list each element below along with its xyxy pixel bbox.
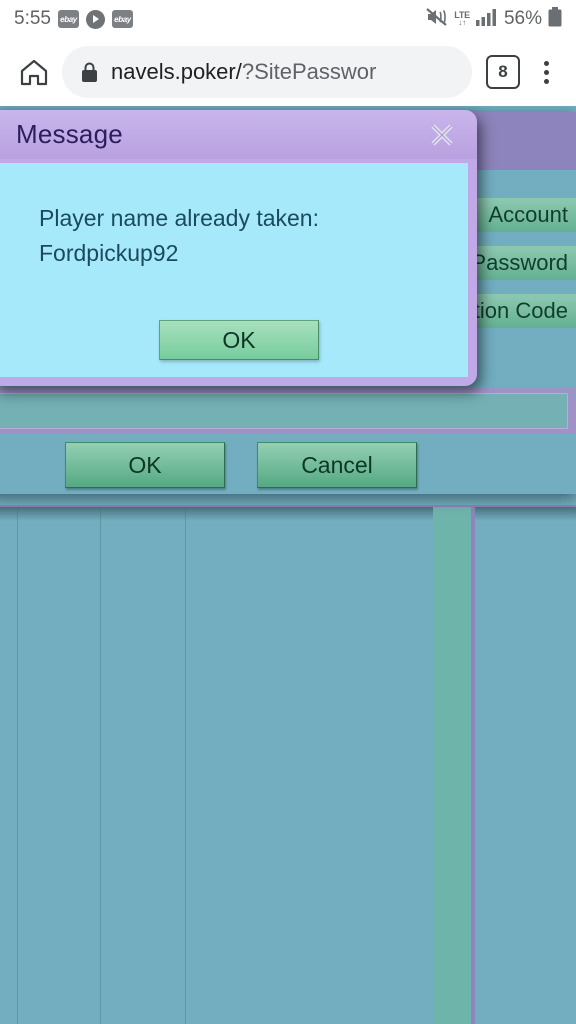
column-divider xyxy=(185,507,186,1024)
tab-counter-button[interactable]: 8 xyxy=(486,55,520,89)
close-icon[interactable] xyxy=(425,118,459,152)
network-arrows-icon: ↓↑ xyxy=(458,18,467,27)
status-bar-right: LTE ↓↑ 56% xyxy=(426,6,562,32)
media-play-icon xyxy=(85,9,105,29)
battery-icon xyxy=(548,6,562,32)
status-bar: 5:55 ebay ebay LTE ↓↑ 56% xyxy=(0,0,576,38)
lock-icon xyxy=(80,61,99,83)
address-bar[interactable]: navels.poker/?SitePasswor xyxy=(62,46,472,98)
signal-bars-icon xyxy=(475,8,498,31)
ebay-icon: ebay xyxy=(111,10,133,28)
field-label-account: Account xyxy=(488,202,569,227)
phone-screen: 5:55 ebay ebay LTE ↓↑ 56% navels.poker/?… xyxy=(0,0,576,1024)
column-divider xyxy=(100,507,101,1024)
message-dialog: Message Player name already taken: Fordp… xyxy=(0,110,477,386)
home-icon[interactable] xyxy=(12,50,56,94)
message-dialog-body: Player name already taken: Fordpickup92 … xyxy=(0,163,468,377)
register-ok-button[interactable]: OK xyxy=(65,442,225,488)
page-table-area xyxy=(0,505,576,1024)
message-dialog-title: Message xyxy=(16,119,123,149)
table-top-shadow xyxy=(0,507,576,521)
message-text-line1: Player name already taken: xyxy=(39,205,319,231)
message-ok-button[interactable]: OK xyxy=(159,320,319,360)
register-dialog-buttons: OK Cancel xyxy=(0,442,576,494)
register-cancel-button[interactable]: Cancel xyxy=(257,442,417,488)
message-dialog-titlebar: Message xyxy=(0,110,477,159)
ebay-icon-label: ebay xyxy=(60,14,77,24)
mute-icon xyxy=(426,7,448,32)
web-page: Account Password Confirmation Code OK Ca… xyxy=(0,106,576,1024)
ebay-icon-label: ebay xyxy=(114,14,131,24)
ebay-icon: ebay xyxy=(57,10,79,28)
browser-toolbar: navels.poker/?SitePasswor 8 xyxy=(0,38,576,106)
url-domain: navels.poker/ xyxy=(111,59,242,84)
overflow-menu-icon[interactable] xyxy=(528,50,564,94)
field-label-password: Password xyxy=(471,250,568,275)
column-divider xyxy=(17,507,18,1024)
register-input-strip[interactable] xyxy=(0,388,576,434)
tab-count-label: 8 xyxy=(498,62,508,81)
status-clock: 5:55 xyxy=(14,8,51,29)
message-text-line2: Fordpickup92 xyxy=(39,240,179,266)
register-input-inner[interactable] xyxy=(0,393,568,429)
url-text: navels.poker/?SitePasswor xyxy=(111,59,376,85)
highlighted-column xyxy=(433,507,471,1024)
battery-percent-label: 56% xyxy=(503,8,542,29)
status-bar-left: 5:55 ebay ebay xyxy=(14,8,133,30)
url-query: ?SitePasswor xyxy=(241,59,377,84)
column-accent-divider xyxy=(471,507,475,1024)
network-type-indicator: LTE ↓↑ xyxy=(454,11,470,27)
